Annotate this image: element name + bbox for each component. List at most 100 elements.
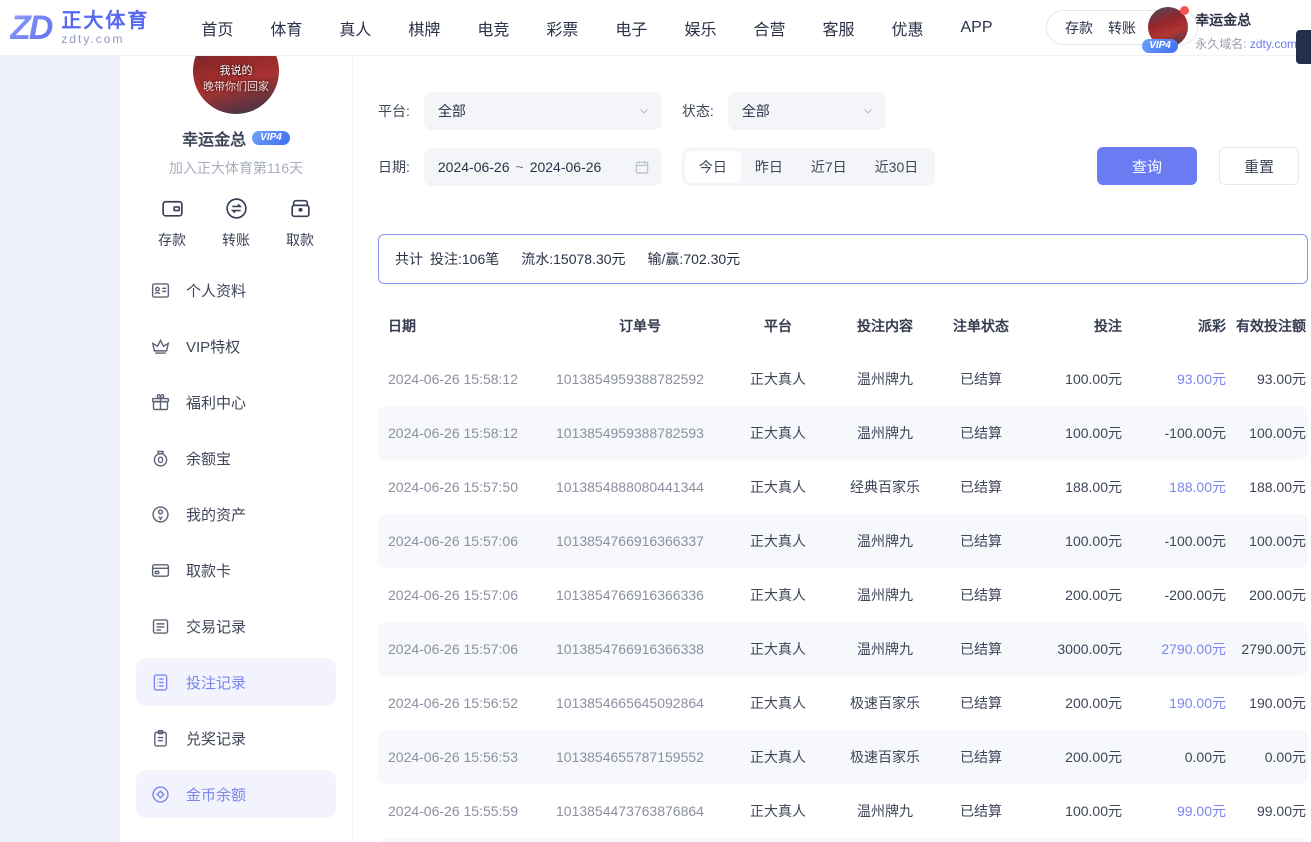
cell-valid: 93.00元 (1226, 352, 1308, 406)
profile-vip-badge[interactable]: VIP4 (252, 131, 290, 145)
cell-order: 1013854766916366338 (556, 622, 724, 676)
cell-status: 已结算 (938, 352, 1024, 406)
cell-bet: 188.00元 (1024, 460, 1122, 514)
nav-item-sports[interactable]: 体育 (270, 16, 302, 40)
cell-order: 1013854665645092864 (556, 676, 724, 730)
floating-widget[interactable] (1296, 30, 1311, 64)
platform-label: 平台: (378, 101, 410, 121)
quick-action-withdraw[interactable]: 取款 (286, 196, 314, 250)
left-gutter (0, 56, 120, 842)
cell-order: 1013854888080441344 (556, 460, 724, 514)
sidebar-item-bet-records[interactable]: 投注记录 (136, 658, 336, 706)
notification-dot (1180, 6, 1189, 15)
nav-item-promo[interactable]: 优惠 (891, 16, 923, 40)
cell-order: 1013854766916366336 (556, 568, 724, 622)
brand-name: 正大体育 (61, 10, 149, 32)
cell-valid: 200.00元 (1226, 568, 1308, 622)
col-date: 日期 (378, 300, 556, 352)
cell-date: 2024-06-26 15:57:06 (378, 514, 556, 568)
quick-action-transfer[interactable]: 转账 (222, 196, 250, 250)
transfer-link[interactable]: 转账 (1108, 18, 1136, 38)
cell-bet: 200.00元 (1024, 568, 1122, 622)
cell-status: 已结算 (938, 730, 1024, 784)
nav-item-board-games[interactable]: 棋牌 (408, 16, 440, 40)
profile-card: 我说的 晚带你们回家 幸运金总 VIP4 加入正大体育第116天 存款 转账 (120, 28, 352, 250)
platform-select[interactable]: 全部 (424, 92, 662, 130)
user-menu[interactable]: VIP4 幸运金总 永久域名: zdty.com (1148, 7, 1297, 52)
range-7days[interactable]: 近7日 (797, 151, 861, 183)
sidebar-item-welfare[interactable]: 福利中心 (136, 378, 336, 426)
transfer-icon (224, 196, 249, 226)
range-yesterday[interactable]: 昨日 (741, 151, 797, 183)
cell-payout: -100.00元 (1122, 406, 1226, 460)
cell-bet: 100.00元 (1024, 406, 1122, 460)
summary-turnover: 流水:15078.30元 (521, 249, 625, 269)
cell-date: 2024-06-26 15:57:06 (378, 622, 556, 676)
nav-item-partnership[interactable]: 合营 (753, 16, 785, 40)
sidebar-item-coin-balance[interactable]: 金币余额 (136, 770, 336, 818)
cell-content: 温州牌九 (832, 514, 938, 568)
brand-logo[interactable]: ZD 正大体育 zdty.com (10, 10, 149, 46)
cell-platform: 正大真人 (724, 568, 832, 622)
table-row[interactable]: 2024-06-26 15:55:59 1013854473763876864 … (378, 784, 1308, 838)
bet-list-icon (150, 672, 171, 693)
nav-item-app[interactable]: APP (961, 19, 993, 37)
table-row[interactable]: 2024-06-26 15:57:06 1013854766916366337 … (378, 514, 1308, 568)
table-row[interactable]: 2024-06-26 15:57:06 1013854766916366338 … (378, 622, 1308, 676)
cell-order: 1013854473763876864 (556, 784, 724, 838)
date-label: 日期: (378, 157, 410, 177)
cell-content: 温州牌九 (832, 784, 938, 838)
table-row[interactable]: 2024-06-26 15:58:12 1013854959388782592 … (378, 352, 1308, 406)
sidebar-item-rebate[interactable]: 实时返水 (136, 826, 336, 842)
table-row[interactable]: 2024-06-26 15:57:06 1013854766916366336 … (378, 568, 1308, 622)
sidebar-item-assets[interactable]: 我的资产 (136, 490, 336, 538)
sidebar-item-transactions[interactable]: 交易记录 (136, 602, 336, 650)
main-nav: 首页 体育 真人 棋牌 电竞 彩票 电子 娱乐 合营 客服 优惠 APP (201, 16, 992, 40)
id-card-icon (150, 280, 171, 301)
status-select[interactable]: 全部 (728, 92, 886, 130)
cell-platform: 正大真人 (724, 784, 832, 838)
brand-domain: zdty.com (61, 32, 149, 46)
vip-badge: VIP4 (1142, 39, 1178, 53)
table-row[interactable]: 2024-06-26 15:56:53 1013854655787159552 … (378, 730, 1308, 784)
nav-item-entertainment[interactable]: 娱乐 (684, 16, 716, 40)
cell-bet: 3000.00元 (1024, 622, 1122, 676)
cell-date: 2024-06-26 15:56:53 (378, 730, 556, 784)
transaction-doc-icon (150, 616, 171, 637)
records-table: 日期 订单号 平台 投注内容 注单状态 投注 派彩 有效投注额 2024-06-… (378, 300, 1308, 842)
cell-platform: 正大真人 (724, 460, 832, 514)
sidebar-item-yuebao[interactable]: 余额宝 (136, 434, 336, 482)
search-button[interactable]: 查询 (1097, 147, 1197, 185)
assets-icon (150, 504, 171, 525)
table-row[interactable]: 2024-06-26 15:56:52 1013854665645092864 … (378, 676, 1308, 730)
deposit-link[interactable]: 存款 (1065, 18, 1093, 38)
domain-link[interactable]: zdty.com (1250, 37, 1297, 51)
cell-valid: 99.00元 (1226, 784, 1308, 838)
date-range-input[interactable]: 2024-06-26 ~ 2024-06-26 (424, 148, 662, 186)
table-row-partial (378, 838, 1308, 842)
cell-payout: 188.00元 (1122, 460, 1226, 514)
sidebar-item-profile[interactable]: 个人资料 (136, 266, 336, 314)
quick-action-deposit[interactable]: 存款 (158, 196, 186, 250)
nav-item-service[interactable]: 客服 (822, 16, 854, 40)
sidebar-item-redeem-records[interactable]: 兑奖记录 (136, 714, 336, 762)
sidebar-item-vip[interactable]: VIP特权 (136, 322, 336, 370)
nav-item-home[interactable]: 首页 (201, 16, 233, 40)
cell-bet: 100.00元 (1024, 352, 1122, 406)
nav-item-slots[interactable]: 电子 (615, 16, 647, 40)
cell-bet: 200.00元 (1024, 676, 1122, 730)
cell-platform: 正大真人 (724, 622, 832, 676)
table-row[interactable]: 2024-06-26 15:57:50 1013854888080441344 … (378, 460, 1308, 514)
cell-order: 1013854766916366337 (556, 514, 724, 568)
nav-item-lottery[interactable]: 彩票 (546, 16, 578, 40)
cell-payout: -200.00元 (1122, 568, 1226, 622)
range-30days[interactable]: 近30日 (861, 151, 933, 183)
range-today[interactable]: 今日 (685, 151, 741, 183)
table-row[interactable]: 2024-06-26 15:58:12 1013854959388782593 … (378, 406, 1308, 460)
cell-platform: 正大真人 (724, 676, 832, 730)
nav-item-live[interactable]: 真人 (339, 16, 371, 40)
sidebar-item-withdraw-card[interactable]: 取款卡 (136, 546, 336, 594)
nav-item-esports[interactable]: 电竞 (477, 16, 509, 40)
reset-button[interactable]: 重置 (1219, 147, 1299, 185)
avatar[interactable]: VIP4 (1148, 7, 1188, 47)
